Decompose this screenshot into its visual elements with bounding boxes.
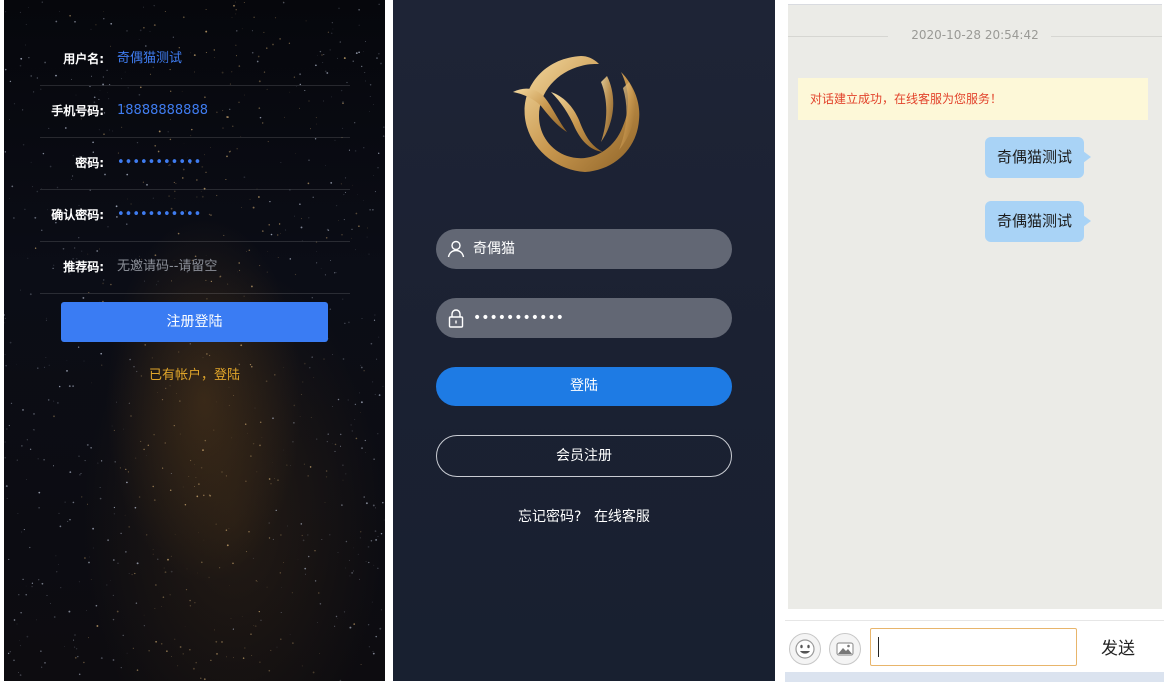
referral-code-placeholder[interactable]: 无邀请码--请留空: [117, 241, 217, 293]
password-label: 密码:: [75, 156, 104, 170]
register-login-button[interactable]: 注册登陆: [61, 302, 328, 342]
chat-bubble-text: 奇偶猫测试: [996, 148, 1072, 166]
username-field[interactable]: 用户名: 奇偶猫测试: [40, 33, 350, 86]
referral-code-field[interactable]: 推荐码: 无邀请码--请留空: [40, 241, 350, 294]
password-input-value[interactable]: •••••••••••: [473, 298, 564, 338]
register-panel: 用户名: 奇偶猫测试 手机号码: 18888888888 密码: •••••••…: [4, 0, 385, 681]
message-input[interactable]: [870, 628, 1077, 666]
image-icon[interactable]: [829, 633, 861, 665]
confirm-password-field[interactable]: 确认密码: •••••••••••: [40, 189, 350, 242]
phone-value[interactable]: 18888888888: [117, 85, 208, 137]
confirm-password-label: 确认密码:: [51, 208, 104, 222]
user-icon: [447, 240, 465, 258]
chat-input-bar: 发送: [785, 620, 1164, 673]
forgot-password-link[interactable]: 忘记密码?: [518, 509, 581, 525]
chat-bubble-text: 奇偶猫测试: [996, 212, 1072, 230]
have-account-login-link[interactable]: 已有帐户，登陆: [4, 364, 385, 383]
chat-timestamp: 2020-10-28 20:54:42: [899, 28, 1051, 42]
emoji-icon[interactable]: [789, 633, 821, 665]
timestamp-divider: 2020-10-28 20:54:42: [788, 27, 1162, 47]
username-label: 用户名:: [63, 52, 104, 66]
send-button[interactable]: 发送: [1101, 634, 1135, 659]
confirm-password-value[interactable]: •••••••••••: [117, 189, 201, 241]
online-service-link[interactable]: 在线客服: [594, 509, 650, 525]
lock-icon: [448, 309, 464, 328]
username-input[interactable]: 奇偶猫: [436, 229, 732, 269]
chat-panel: 2020-10-28 20:54:42 对话建立成功，在线客服为您服务！ 奇偶猫…: [785, 0, 1164, 689]
login-panel: 奇偶猫 ••••••••••• 登陆 会员注册 忘记密码? 在线客服: [393, 0, 775, 681]
chat-message-area[interactable]: 2020-10-28 20:54:42 对话建立成功，在线客服为您服务！ 奇偶猫…: [788, 4, 1162, 609]
phoenix-logo: [513, 56, 640, 172]
referral-code-label: 推荐码:: [63, 260, 104, 274]
username-value[interactable]: 奇偶猫测试: [117, 33, 182, 85]
bubble-tail: [1083, 151, 1091, 163]
chat-bubble: 奇偶猫测试: [984, 201, 1091, 242]
system-message: 对话建立成功，在线客服为您服务！: [798, 78, 1148, 120]
phone-field[interactable]: 手机号码: 18888888888: [40, 85, 350, 138]
password-input[interactable]: •••••••••••: [436, 298, 732, 338]
username-input-value[interactable]: 奇偶猫: [473, 229, 515, 269]
password-value[interactable]: •••••••••••: [117, 137, 201, 189]
password-field[interactable]: 密码: •••••••••••: [40, 137, 350, 190]
text-caret: [878, 637, 879, 657]
help-links: 忘记密码? 在线客服: [393, 506, 775, 526]
bubble-tail: [1083, 215, 1091, 227]
chat-bubble: 奇偶猫测试: [984, 137, 1091, 178]
bottom-strip: [785, 672, 1164, 682]
login-button[interactable]: 登陆: [436, 367, 732, 406]
phone-label: 手机号码:: [51, 104, 104, 118]
member-register-button[interactable]: 会员注册: [436, 435, 732, 477]
